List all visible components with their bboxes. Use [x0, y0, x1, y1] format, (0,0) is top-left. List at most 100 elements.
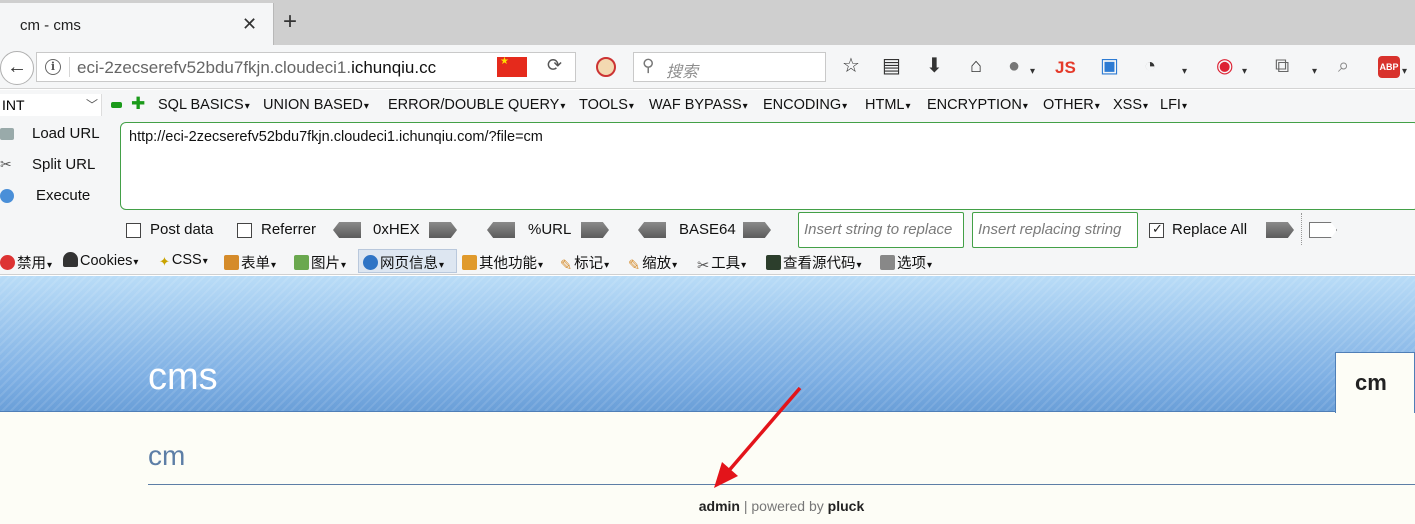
page-title: cm	[148, 440, 186, 471]
disable-icon	[0, 255, 15, 270]
footer-separator: |	[743, 498, 748, 514]
base64-decode-arrow[interactable]	[638, 222, 666, 238]
resize-pencil-icon: ✎	[628, 258, 641, 274]
tab-groups-dropdown-icon[interactable]: ▾	[1312, 61, 1317, 83]
url-encode-arrow[interactable]	[581, 222, 609, 238]
replace-all-checkbox[interactable]: ✓	[1149, 221, 1164, 238]
wd-disable-menu[interactable]: 禁用	[0, 252, 52, 273]
menu-xss[interactable]: XSS	[1113, 97, 1148, 113]
menu-union-based[interactable]: UNION BASED	[263, 97, 369, 113]
load-url-icon	[0, 128, 14, 140]
tab-groups-icon[interactable]: ⧉	[1275, 55, 1289, 77]
wd-view-source-menu[interactable]: 查看源代码	[766, 252, 862, 273]
address-bar[interactable]: i eci-2zecserefv52bdu7fkjn.cloudeci1.ich…	[36, 52, 576, 82]
home-icon[interactable]: ⌂	[970, 55, 982, 77]
red-annotation-arrow	[714, 386, 802, 488]
wd-page-info-menu[interactable]: 网页信息	[363, 252, 444, 273]
address-text[interactable]: eci-2zecserefv52bdu7fkjn.cloudeci1.ichun…	[77, 58, 469, 78]
menu-lfi[interactable]: LFI	[1160, 97, 1187, 113]
adblock-dropdown-icon[interactable]: ▾	[1402, 61, 1407, 83]
hackbar-dropdown-icon[interactable]: ▾	[1242, 61, 1247, 83]
menu-other[interactable]: OTHER	[1043, 97, 1100, 113]
nav-tab-cm[interactable]: cm	[1335, 352, 1415, 413]
tab-strip: cm - cms ✕ +	[0, 0, 1415, 45]
bookmark-star-icon[interactable]: ☆	[842, 55, 860, 77]
hackbar-menu: INT ﹀ ✚ SQL BASICS UNION BASED ERROR/DOU…	[0, 90, 1415, 120]
site-title[interactable]: cms	[148, 356, 218, 399]
search-bar[interactable]: ⚲ 搜索	[633, 52, 826, 82]
wd-tools-menu[interactable]: ✂ 工具	[697, 252, 746, 274]
tools-icon: ✂	[697, 258, 710, 274]
wand-icon: ✦	[159, 254, 170, 269]
wd-css-label: CSS	[171, 252, 202, 268]
replace-search-input[interactable]: Insert string to replace	[798, 212, 964, 248]
menu-html[interactable]: HTML	[865, 97, 911, 113]
post-data-checkbox[interactable]	[126, 223, 141, 238]
url-textarea[interactable]: http://eci-2zecserefv52bdu7fkjn.cloudeci…	[120, 122, 1415, 210]
replace-with-input[interactable]: Insert replacing string	[972, 212, 1138, 248]
wd-outline-menu[interactable]: ✎ 标记	[560, 252, 609, 274]
china-flag-icon[interactable]	[497, 56, 527, 77]
wd-view-source-label: 查看源代码	[783, 256, 856, 272]
hex-decode-arrow[interactable]	[333, 222, 361, 238]
toolbar-divider	[1301, 213, 1302, 245]
type-select[interactable]: INT ﹀	[0, 94, 102, 116]
menu-encryption[interactable]: ENCRYPTION	[927, 97, 1028, 113]
browser-tab-active[interactable]: cm - cms ✕	[0, 3, 274, 45]
new-tab-button[interactable]: +	[283, 10, 297, 34]
globe-dropdown-icon[interactable]: ▾	[1030, 61, 1035, 83]
wd-page-info-label: 网页信息	[380, 256, 438, 272]
site-info-icon[interactable]: i	[45, 59, 61, 75]
back-button[interactable]: ←	[0, 51, 34, 85]
image-icon	[294, 255, 309, 270]
navigation-bar: ← i eci-2zecserefv52bdu7fkjn.cloudeci1.i…	[0, 45, 1415, 89]
referrer-label: Referrer	[261, 221, 317, 238]
menu-sql-basics[interactable]: SQL BASICS	[158, 97, 250, 113]
minus-icon[interactable]	[111, 102, 122, 108]
referrer-checkbox[interactable]	[237, 223, 252, 238]
tab-close-icon[interactable]: ✕	[242, 15, 257, 33]
adblock-plus-icon[interactable]: ABP	[1378, 56, 1400, 78]
hackbar-icon[interactable]: ◉	[1216, 55, 1233, 77]
wd-cookies-menu[interactable]: Cookies	[63, 252, 138, 269]
image-tool-icon[interactable]: ▣	[1100, 55, 1119, 77]
noscript-icon[interactable]	[596, 57, 616, 77]
hackbar-panel: Load URL ✂ Split URL Execute http://eci-…	[0, 120, 1415, 248]
wd-css-menu[interactable]: ✦ CSS	[159, 252, 208, 269]
misc-icon	[462, 255, 477, 270]
replace-next-arrow[interactable]	[1309, 222, 1337, 238]
overflow-dropdown-icon[interactable]: ▾	[1182, 61, 1187, 83]
wd-resize-menu[interactable]: ✎ 缩放	[628, 252, 677, 274]
menu-encoding[interactable]: ENCODING	[763, 97, 847, 113]
url-decode-arrow[interactable]	[487, 222, 515, 238]
download-icon[interactable]: ⬇	[926, 55, 943, 77]
menu-waf-bypass[interactable]: WAF BYPASS	[649, 97, 748, 113]
post-data-label: Post data	[150, 221, 214, 238]
source-icon	[766, 255, 781, 270]
plus-icon[interactable]: ✚	[131, 95, 145, 112]
js-switch-icon[interactable]: JS	[1055, 57, 1076, 79]
search-icon: ⚲	[642, 56, 655, 75]
wd-options-label: 选项	[897, 256, 926, 272]
replace-forward-arrow[interactable]	[1266, 222, 1294, 238]
wd-images-label: 图片	[311, 256, 340, 272]
magnifier-icon[interactable]: ⌕	[1338, 55, 1349, 77]
reload-icon[interactable]: ⟳	[547, 55, 562, 76]
wd-images-menu[interactable]: 图片	[294, 252, 346, 273]
reading-list-icon[interactable]: ▤	[882, 55, 901, 77]
wd-misc-menu[interactable]: 其他功能	[462, 252, 543, 273]
chevron-down-icon: ﹀	[86, 98, 99, 112]
wd-options-menu[interactable]: 选项	[880, 252, 932, 273]
wd-forms-menu[interactable]: 表单	[224, 252, 276, 273]
globe-icon[interactable]: ●	[1008, 55, 1020, 77]
execute-label: Execute	[36, 187, 91, 204]
nav-tab-label: cm	[1355, 370, 1387, 395]
hex-encode-arrow[interactable]	[429, 222, 457, 238]
pluck-link[interactable]: pluck	[828, 498, 865, 514]
menu-tools[interactable]: TOOLS	[579, 97, 634, 113]
base64-encode-arrow[interactable]	[743, 222, 771, 238]
menu-error-double-query[interactable]: ERROR/DOUBLE QUERY	[388, 97, 565, 113]
info-icon	[363, 255, 378, 270]
admin-link[interactable]: admin	[699, 498, 740, 514]
palette-icon[interactable]: ◔	[1144, 55, 1156, 77]
